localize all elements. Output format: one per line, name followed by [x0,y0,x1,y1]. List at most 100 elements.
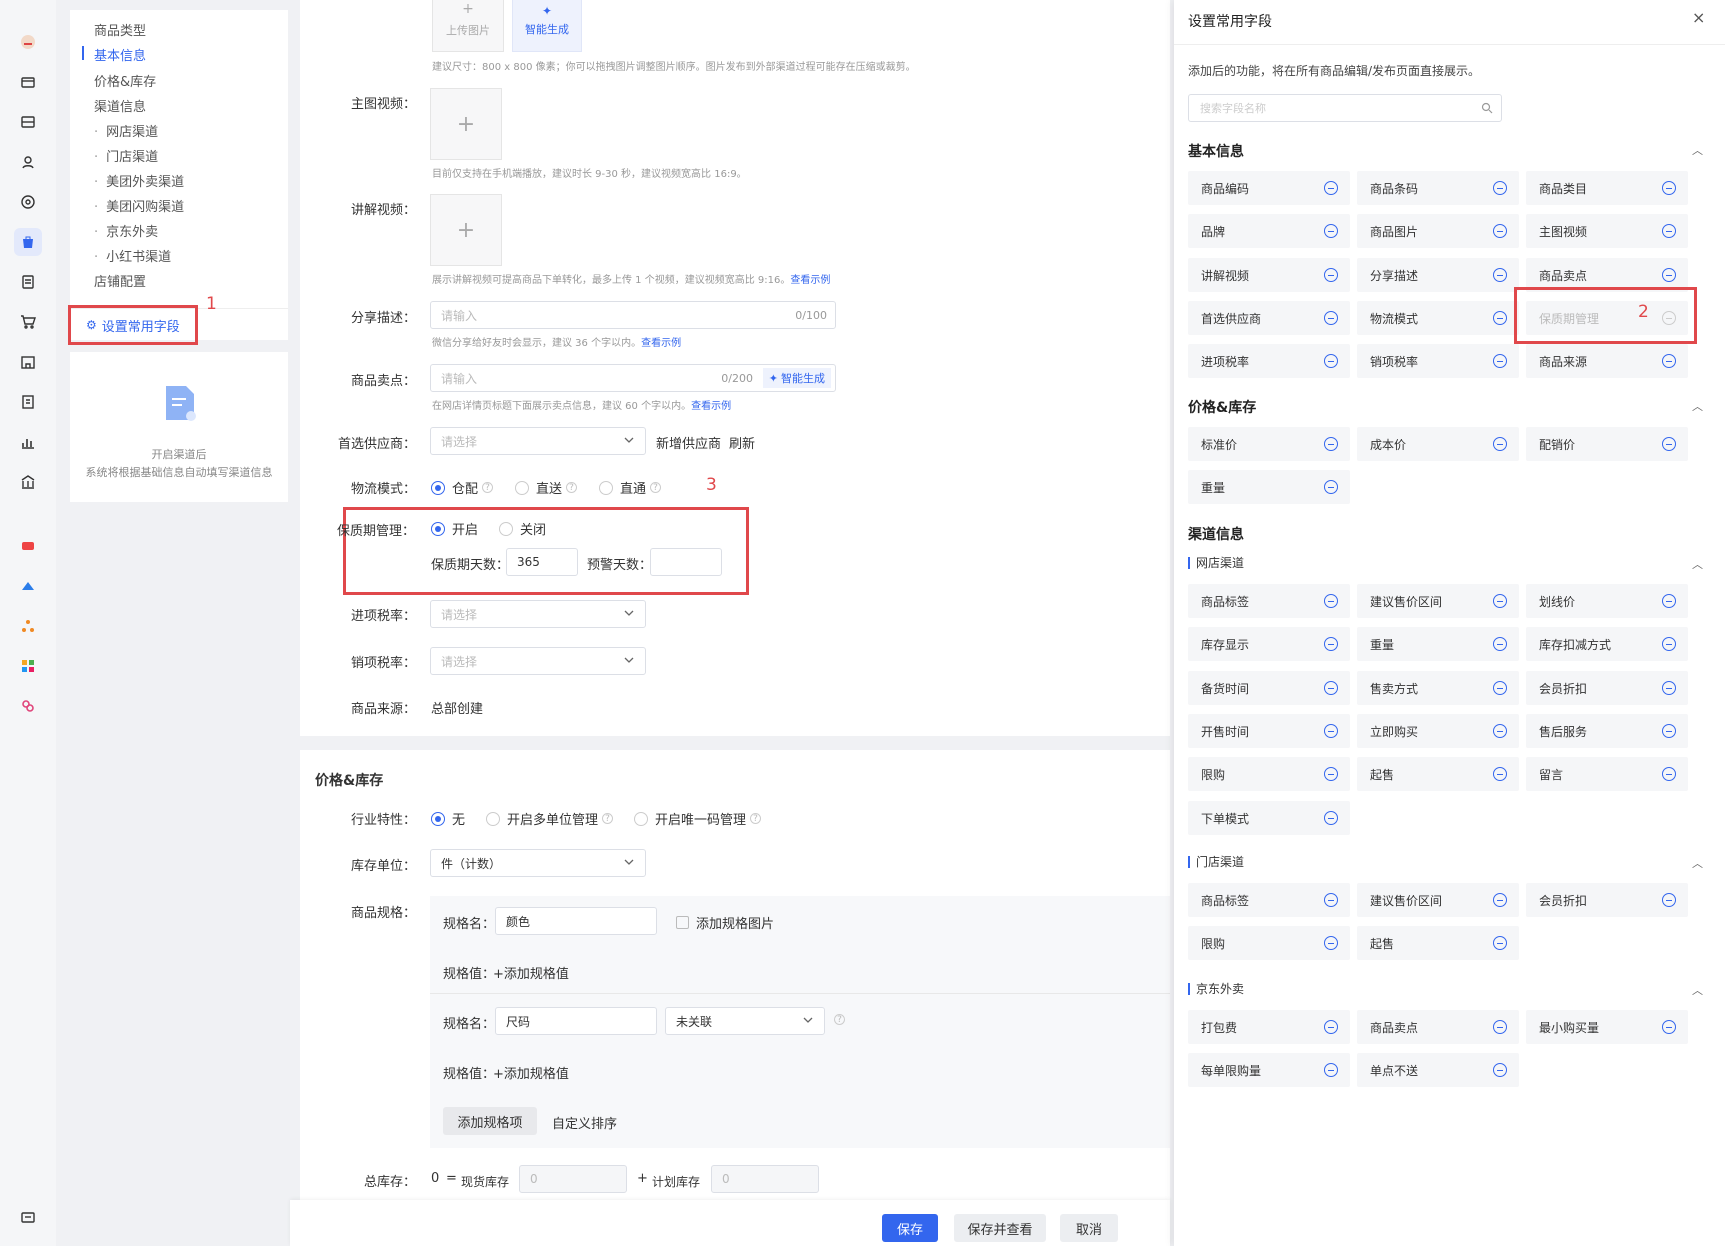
field-chip[interactable]: 起售 [1357,757,1519,791]
bank-icon[interactable] [14,468,42,496]
avatar[interactable] [14,28,42,56]
nav-item-type[interactable]: 商品类型 [94,20,146,39]
building-icon[interactable] [14,348,42,376]
spec2-link-select[interactable]: 未关联 [665,1007,825,1035]
field-chip[interactable]: 销项税率 [1357,344,1519,378]
remove-field-icon[interactable] [1662,224,1676,238]
remove-field-icon[interactable] [1324,437,1338,451]
remove-field-icon[interactable] [1324,1020,1338,1034]
field-chip[interactable]: 划线价 [1526,584,1688,618]
nav-sub-meituan[interactable]: 美团外卖渠道 [94,171,184,190]
chevron-up-icon[interactable]: ︿ [1692,855,1703,871]
add-supplier-link[interactable]: 新增供应商 [656,433,721,452]
target-icon[interactable] [14,188,42,216]
nav-item-price[interactable]: 价格&库存 [94,71,156,90]
user-icon[interactable] [14,148,42,176]
spec2-name-input[interactable]: 尺码 [495,1007,657,1035]
field-chip[interactable]: 标准价 [1188,427,1350,461]
ai-generate-image-button[interactable]: ✦ 智能生成 [512,0,582,52]
in-tax-select[interactable]: 请选择 [430,600,646,628]
field-chip[interactable]: 售后服务 [1526,714,1688,748]
logistics-radio-warehouse[interactable]: 仓配? [431,478,494,497]
field-chip[interactable]: 重量 [1188,470,1350,504]
doc-icon[interactable] [14,268,42,296]
supplier-select[interactable]: 请选择 [430,427,646,455]
field-chip[interactable]: 商品编码 [1188,171,1350,205]
field-chip[interactable]: 最小购买量 [1526,1010,1688,1044]
app-orange-icon[interactable] [14,612,42,640]
bag-icon[interactable] [14,228,42,256]
remove-field-icon[interactable] [1662,681,1676,695]
nav-sub-xhs[interactable]: 小红书渠道 [94,246,171,265]
field-chip[interactable]: 留言 [1526,757,1688,791]
remove-field-icon[interactable] [1493,893,1507,907]
view-example-link[interactable]: 查看示例 [790,275,830,286]
field-chip[interactable]: 商品条码 [1357,171,1519,205]
add-spec-image-checkbox[interactable]: 添加规格图片 [676,913,774,932]
planned-stock-input[interactable]: 0 [711,1165,819,1193]
chevron-up-icon[interactable]: ︿ [1692,398,1703,414]
chevron-up-icon[interactable]: ︿ [1692,142,1703,158]
save-button[interactable]: 保存 [882,1214,938,1242]
remove-field-icon[interactable] [1493,724,1507,738]
shelf-life-on-radio[interactable]: 开启 [431,519,478,538]
remove-field-icon[interactable] [1493,181,1507,195]
chevron-up-icon[interactable]: ︿ [1692,982,1703,998]
chevron-up-icon[interactable]: ︿ [1692,556,1703,572]
field-chip[interactable]: 物流模式 [1357,301,1519,335]
field-chip[interactable]: 首选供应商 [1188,301,1350,335]
field-search-input[interactable]: 搜索字段名称 [1188,94,1502,122]
app-pink-icon[interactable] [14,692,42,720]
field-chip[interactable]: 打包费 [1188,1010,1350,1044]
field-chip[interactable]: 立即购买 [1357,714,1519,748]
remove-field-icon[interactable] [1662,354,1676,368]
remove-field-icon[interactable] [1324,311,1338,325]
industry-radio-none[interactable]: 无 [431,809,465,828]
cancel-button[interactable]: 取消 [1060,1214,1118,1242]
spec1-name-input[interactable]: 颜色 [495,907,657,935]
field-chip[interactable]: 进项税率 [1188,344,1350,378]
remove-field-icon[interactable] [1493,268,1507,282]
field-chip[interactable]: 下单模式 [1188,801,1350,835]
field-chip[interactable]: 建议售价区间 [1357,883,1519,917]
remove-field-icon[interactable] [1493,437,1507,451]
field-chip[interactable]: 单点不送 [1357,1053,1519,1087]
field-chip[interactable]: 开售时间 [1188,714,1350,748]
store-icon[interactable] [14,68,42,96]
industry-radio-multiunit[interactable]: 开启多单位管理? [486,809,614,828]
selling-ai-button[interactable]: ✦ 智能生成 [762,368,831,388]
remove-field-icon[interactable] [1324,268,1338,282]
field-chip[interactable]: 限购 [1188,757,1350,791]
field-chip[interactable]: 讲解视频 [1188,258,1350,292]
field-chip[interactable]: 备货时间 [1188,671,1350,705]
spec1-add-value-link[interactable]: +添加规格值 [493,963,569,982]
field-chip[interactable]: 库存扣减方式 [1526,627,1688,661]
shop-icon[interactable] [14,108,42,136]
field-chip[interactable]: 成本价 [1357,427,1519,461]
remove-field-icon[interactable] [1324,893,1338,907]
field-chip[interactable]: 配销价 [1526,427,1688,461]
selling-point-input[interactable]: 请输入 0/200 ✦ 智能生成 [430,364,836,392]
spec2-add-value-link[interactable]: +添加规格值 [493,1063,569,1082]
nav-sub-online[interactable]: 网店渠道 [94,121,158,140]
remove-field-icon[interactable] [1324,767,1338,781]
remove-field-icon[interactable] [1324,480,1338,494]
remove-field-icon[interactable] [1662,1020,1676,1034]
field-chip[interactable]: 主图视频 [1526,214,1688,248]
nav-sub-store[interactable]: 门店渠道 [94,146,158,165]
remove-field-icon[interactable] [1493,637,1507,651]
save-and-view-button[interactable]: 保存并查看 [954,1214,1046,1242]
remove-field-icon[interactable] [1324,354,1338,368]
shelf-life-off-radio[interactable]: 关闭 [499,519,546,538]
field-chip[interactable]: 分享描述 [1357,258,1519,292]
remove-field-icon[interactable] [1324,637,1338,651]
field-chip[interactable]: 商品标签 [1188,883,1350,917]
remove-field-icon[interactable] [1493,1063,1507,1077]
remove-field-icon[interactable] [1662,594,1676,608]
current-stock-input[interactable]: 0 [519,1165,627,1193]
remove-field-icon[interactable] [1662,268,1676,282]
field-chip[interactable]: 库存显示 [1188,627,1350,661]
main-video-upload[interactable]: + [430,88,502,160]
remove-field-icon[interactable] [1324,724,1338,738]
remove-field-icon[interactable] [1324,594,1338,608]
